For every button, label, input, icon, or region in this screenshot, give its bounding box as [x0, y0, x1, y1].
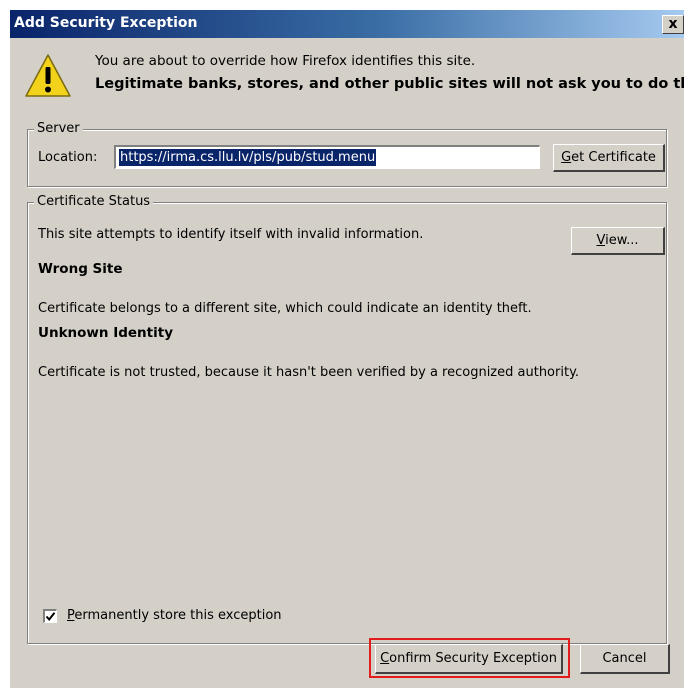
get-certificate-label: et Certificate — [571, 150, 656, 165]
server-legend: Server — [34, 121, 83, 136]
location-value: https://irma.cs.llu.lv/pls/pub/stud.menu — [119, 149, 377, 166]
permanent-store-text: ermanently store this exception — [74, 608, 282, 623]
permanent-store-label[interactable]: Permanently store this exception — [67, 608, 282, 623]
problem-detail-wrong-site: Certificate belongs to a different site,… — [38, 301, 532, 316]
close-button[interactable]: x — [662, 15, 684, 34]
certificate-status-group: Certificate Status This site attempts to… — [27, 194, 667, 644]
view-mnemonic: V — [596, 233, 606, 248]
intro-text: You are about to override how Firefox id… — [95, 53, 476, 69]
certificate-summary: This site attempts to identify itself wi… — [38, 227, 424, 242]
add-security-exception-dialog: Add Security Exception x You are about t… — [10, 10, 684, 688]
close-icon: x — [668, 16, 678, 32]
confirm-security-exception-button[interactable]: Confirm Security Exception — [375, 644, 563, 674]
get-certificate-mnemonic: G — [561, 150, 572, 165]
problem-heading-wrong-site: Wrong Site — [38, 261, 123, 277]
confirm-label: onfirm Security Exception — [389, 651, 557, 666]
certificate-status-legend: Certificate Status — [34, 194, 154, 209]
view-label: iew... — [605, 233, 639, 248]
server-group: Server Location: https://irma.cs.llu.lv/… — [27, 121, 667, 187]
title-bar: Add Security Exception x — [10, 10, 684, 38]
view-certificate-button[interactable]: View... — [571, 227, 665, 255]
confirm-mnemonic: C — [380, 651, 390, 666]
cancel-button[interactable]: Cancel — [580, 644, 670, 674]
location-input[interactable]: https://irma.cs.llu.lv/pls/pub/stud.menu — [114, 145, 540, 169]
problem-detail-unknown-identity: Certificate is not trusted, because it h… — [38, 365, 580, 380]
dialog-title: Add Security Exception — [14, 15, 198, 31]
get-certificate-button[interactable]: Get Certificate — [553, 144, 665, 172]
location-label: Location: — [38, 150, 98, 165]
intro-warning-text: Legitimate banks, stores, and other publ… — [95, 76, 684, 92]
problem-heading-unknown-identity: Unknown Identity — [38, 325, 174, 341]
checkmark-icon — [45, 612, 56, 622]
permanent-store-checkbox[interactable] — [43, 609, 57, 623]
warning-icon — [24, 52, 72, 100]
